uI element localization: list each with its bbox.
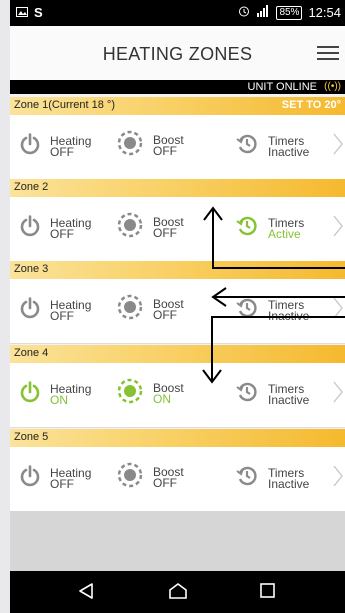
zone-header: Zone 4	[10, 345, 345, 363]
timers-state: Inactive	[268, 392, 310, 407]
zone-header: Zone 2	[10, 179, 345, 197]
page-title: HEATING ZONES	[102, 44, 253, 64]
unit-status-bar: UNIT ONLINE ((•))	[10, 80, 345, 94]
heating-toggle[interactable]: Heating ON	[20, 381, 91, 408]
signal-icon	[256, 5, 270, 20]
heating-state: OFF	[50, 308, 74, 323]
heating-toggle[interactable]: Heating OFF	[20, 465, 91, 492]
android-nav-bar	[10, 571, 345, 613]
boost-toggle[interactable]: Boost ON	[117, 378, 184, 409]
heating-toggle[interactable]: Heating OFF	[20, 215, 91, 242]
boost-state: OFF	[153, 307, 177, 322]
zone-row: Heating OFF Boost OFF Timers Inactive	[10, 279, 345, 344]
timers-toggle[interactable]: Timers Inactive	[236, 381, 309, 408]
boost-state: OFF	[153, 143, 177, 158]
boost-toggle[interactable]: Boost OFF	[117, 462, 184, 493]
home-icon[interactable]	[169, 583, 187, 604]
timer-icon	[236, 215, 258, 242]
boost-icon	[117, 294, 143, 325]
chevron-right-icon[interactable]	[333, 215, 343, 242]
heating-state: ON	[50, 392, 68, 407]
boost-icon	[117, 462, 143, 493]
heating-state: OFF	[50, 226, 74, 241]
boost-icon	[117, 212, 143, 243]
boost-toggle[interactable]: Boost OFF	[117, 212, 184, 243]
zone-header: Zone 3	[10, 261, 345, 279]
phone-screen: S 85% 12:54 HEATING ZONES UNIT ONLINE ((…	[10, 0, 345, 613]
boost-state: OFF	[153, 225, 177, 240]
zone-header: Zone 5	[10, 429, 345, 447]
recents-icon[interactable]	[260, 583, 275, 603]
boost-icon	[117, 378, 143, 409]
zone-row: Heating ON Boost ON Timers Inactive	[10, 363, 345, 428]
back-icon[interactable]	[78, 583, 94, 604]
zone-name: Zone 1(Current 18 °)	[14, 99, 115, 111]
heating-toggle[interactable]: Heating OFF	[20, 297, 91, 324]
zone-name: Zone 3	[14, 263, 49, 275]
zone-row: Heating OFF Boost OFF Timers Active	[10, 197, 345, 262]
timers-state: Active	[268, 226, 301, 241]
boost-toggle[interactable]: Boost OFF	[117, 294, 184, 325]
s-icon: S	[34, 5, 43, 20]
alarm-icon	[238, 5, 250, 20]
timer-icon	[236, 297, 258, 324]
chevron-right-icon[interactable]	[333, 297, 343, 324]
status-bar: S 85% 12:54	[10, 0, 345, 26]
timer-icon	[236, 465, 258, 492]
unit-status-text: UNIT ONLINE	[247, 81, 317, 93]
timers-state: Inactive	[268, 308, 310, 323]
clock: 12:54	[308, 5, 341, 20]
heating-toggle[interactable]: Heating OFF	[20, 133, 91, 160]
empty-area	[10, 511, 345, 571]
power-icon	[20, 297, 40, 324]
zone-name: Zone 5	[14, 431, 49, 443]
timers-toggle[interactable]: Timers Active	[236, 215, 304, 242]
power-icon	[20, 133, 40, 160]
chevron-right-icon[interactable]	[333, 465, 343, 492]
zone-setpoint[interactable]: SET TO 20°	[282, 99, 341, 111]
zone-name: Zone 2	[14, 181, 49, 193]
timer-icon	[236, 381, 258, 408]
timers-toggle[interactable]: Timers Inactive	[236, 297, 309, 324]
chevron-right-icon[interactable]	[333, 133, 343, 160]
zone-header: Zone 1(Current 18 °) SET TO 20°	[10, 97, 345, 115]
power-icon	[20, 381, 40, 408]
zone-row: Heating OFF Boost OFF Timers Inactive	[10, 115, 345, 180]
boost-toggle[interactable]: Boost OFF	[117, 130, 184, 161]
power-icon	[20, 215, 40, 242]
timer-icon	[236, 133, 258, 160]
chevron-right-icon[interactable]	[333, 381, 343, 408]
boost-state: ON	[153, 391, 171, 406]
zone-row: Heating OFF Boost OFF Timers Inactive	[10, 447, 345, 512]
power-icon	[20, 465, 40, 492]
timers-state: Inactive	[268, 476, 310, 491]
heating-state: OFF	[50, 144, 74, 159]
timers-toggle[interactable]: Timers Inactive	[236, 465, 309, 492]
hamburger-menu-icon[interactable]	[317, 42, 339, 62]
image-icon	[16, 6, 28, 20]
heating-state: OFF	[50, 476, 74, 491]
left-margin	[0, 0, 10, 613]
battery-indicator: 85%	[276, 5, 303, 20]
boost-icon	[117, 130, 143, 161]
timers-state: Inactive	[268, 144, 310, 159]
app-header: HEATING ZONES	[10, 26, 345, 80]
zone-name: Zone 4	[14, 347, 49, 359]
wireless-signal-icon: ((•))	[324, 81, 341, 92]
boost-state: OFF	[153, 475, 177, 490]
timers-toggle[interactable]: Timers Inactive	[236, 133, 309, 160]
